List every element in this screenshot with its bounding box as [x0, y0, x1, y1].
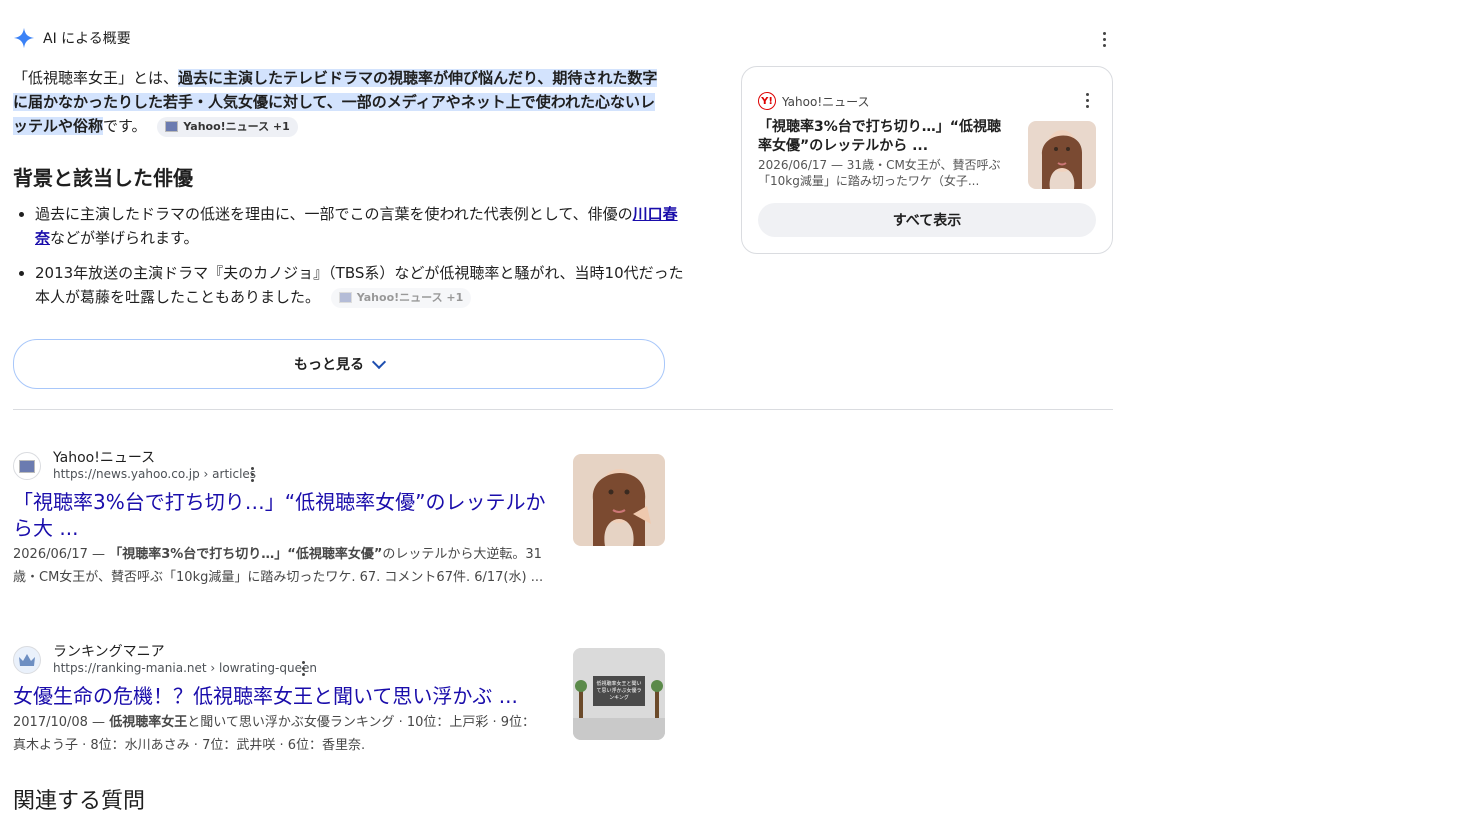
ai-overview-header: AI による概要 [13, 27, 131, 49]
yahoo-logo-icon: Y! [758, 92, 776, 110]
favicon-news-icon [13, 452, 41, 480]
news-icon [338, 292, 352, 303]
ai-summary: 「低視聴率女王」とは、過去に主演したテレビドラマの視聴率が伸び悩んだり、期待され… [13, 69, 658, 137]
list-item: 過去に主演したドラマの低迷を理由に、一部でこの言葉を使われた代表例として、俳優の… [35, 202, 685, 250]
show-more-button[interactable]: もっと見る [13, 339, 665, 389]
thumbnail-text: 低視聴率女王と聞いて思い浮かぶ女優ランキング [596, 681, 642, 701]
result-more-icon[interactable] [292, 657, 314, 679]
result-title[interactable]: 女優生命の危機！？低視聴率女王と聞いて思い浮かぶ ... [13, 683, 548, 709]
divider [13, 409, 1113, 410]
ai-overview-more-icon[interactable] [1093, 28, 1115, 50]
result-title[interactable]: 「視聴率3%台で打ち切り…」“低視聴率女優”のレッテルから大 ... [13, 489, 548, 541]
card-meta: 2026/06/17 — 31歳・CM女王が、賛否呼ぶ「10kg減量」に踏み切っ… [758, 158, 1001, 188]
card-title[interactable]: 「視聴率3%台で打ち切り…」“低視聴率女優”のレッテルから ... [758, 118, 1008, 156]
section-title: 背景と該当した俳優 [13, 166, 193, 190]
favicon-crown-icon [13, 646, 41, 674]
result-snippet: 2026/06/17 — 「視聴率3%台で打ち切り…」“低視聴率女優”のレッテル… [13, 547, 544, 585]
source-chip[interactable]: Yahoo!ニュース +1 [330, 287, 472, 308]
ai-overview-label: AI による概要 [43, 31, 131, 47]
result-url[interactable]: https://news.yahoo.co.jp › articles [53, 467, 256, 481]
source-card[interactable]: Y! Yahoo!ニュース 「視聴率3%台で打ち切り…」“低視聴率女優”のレッテ… [741, 66, 1113, 254]
result-thumbnail[interactable] [573, 454, 665, 546]
chevron-down-icon [371, 354, 387, 370]
result-url[interactable]: https://ranking-mania.net › lowrating-qu… [53, 661, 317, 675]
card-more-icon[interactable] [1076, 89, 1098, 111]
result-more-icon[interactable] [241, 463, 263, 485]
gemini-sparkle-icon [13, 27, 35, 49]
card-source: Y! Yahoo!ニュース [758, 92, 870, 110]
result-site[interactable]: Yahoo!ニュース [53, 447, 155, 467]
news-icon [165, 121, 179, 132]
list-item: 2013年放送の主演ドラマ『夫のカノジョ』（TBS系）などが低視聴率と騒がれ、当… [35, 261, 685, 309]
bullet-list: 過去に主演したドラマの低迷を理由に、一部でこの言葉を使われた代表例として、俳優の… [13, 202, 685, 320]
result-thumbnail[interactable]: 低視聴率女王と聞いて思い浮かぶ女優ランキング [573, 648, 665, 740]
card-thumbnail[interactable] [1028, 121, 1096, 189]
result-site[interactable]: ランキングマニア [53, 641, 165, 661]
show-all-button[interactable]: すべて表示 [758, 203, 1096, 237]
source-chip[interactable]: Yahoo!ニュース +1 [157, 116, 298, 137]
result-snippet: 2017/10/08 — 低視聴率女王と聞いて思い浮かぶ女優ランキング · 10… [13, 715, 536, 753]
related-questions-heading: 関連する質問 [13, 789, 146, 814]
